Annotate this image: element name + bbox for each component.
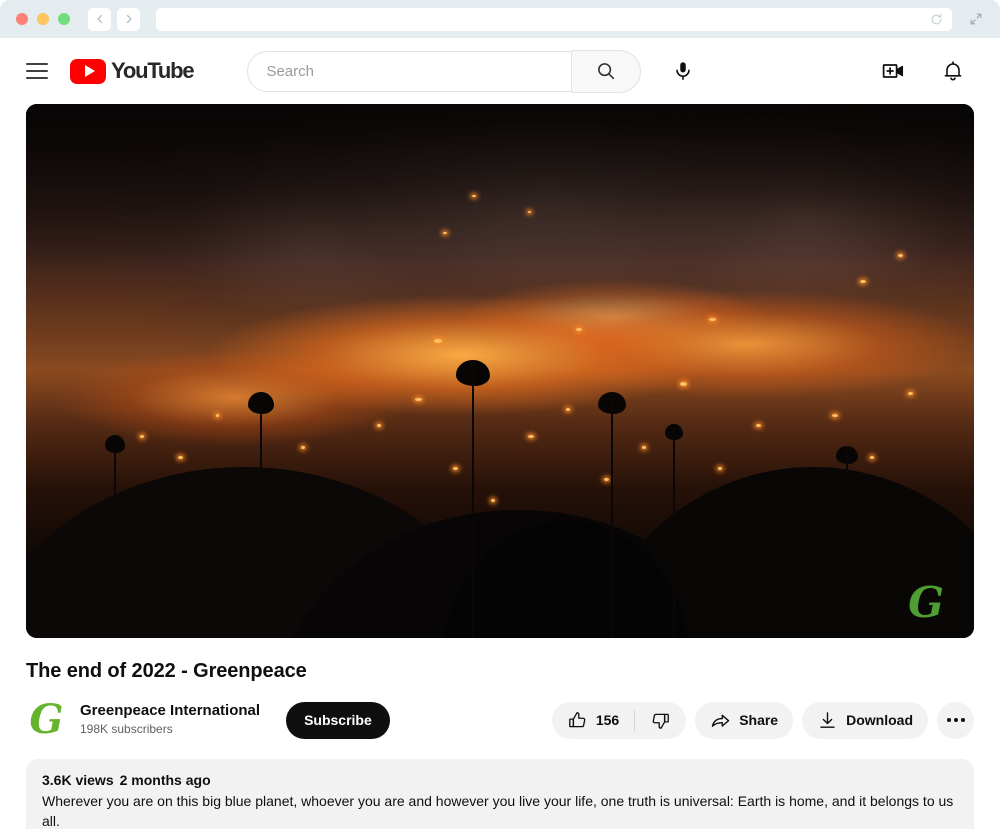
search-box[interactable]: [247, 50, 573, 92]
tree-silhouette: [595, 392, 629, 638]
more-actions-button[interactable]: [937, 701, 974, 739]
download-label: Download: [846, 712, 913, 728]
video-player[interactable]: G: [26, 104, 974, 638]
chevron-left-icon: [96, 14, 102, 24]
description-text: Wherever you are on this big blue planet…: [42, 793, 954, 829]
subscribe-button[interactable]: Subscribe: [286, 701, 390, 739]
fullscreen-expand-icon[interactable]: [966, 9, 986, 29]
publish-date: 2 months ago: [119, 772, 211, 788]
greenpeace-watermark: G: [908, 578, 944, 627]
tree-silhouette: [102, 435, 128, 638]
video-actions: 156 Share Download: [551, 701, 974, 739]
share-button[interactable]: Share: [695, 701, 794, 739]
video-description-panel[interactable]: 3.6K views 2 months ago Wherever you are …: [26, 759, 974, 829]
channel-text: Greenpeace International 198K subscriber…: [80, 702, 260, 737]
more-dots-icon: [946, 718, 965, 722]
guide-menu-icon[interactable]: [26, 58, 52, 84]
description-stats: 3.6K views 2 months ago: [42, 772, 958, 788]
chevron-right-icon: [126, 14, 132, 24]
microphone-icon: [676, 62, 691, 81]
like-dislike-group: 156: [551, 701, 687, 739]
browser-window: YouTube Search G The end of 2022 - Green…: [0, 0, 1000, 829]
page-viewport: YouTube Search G The end of 2022 - Green…: [0, 38, 1000, 829]
search-area: [247, 49, 703, 93]
reload-icon[interactable]: [930, 13, 943, 26]
notifications-button[interactable]: [938, 56, 968, 86]
thumbs-down-icon: [652, 713, 670, 729]
youtube-wordmark: YouTube: [111, 58, 195, 83]
youtube-play-icon: [70, 58, 106, 84]
thumbs-up-icon: [568, 711, 586, 727]
avatar-letter: G: [29, 699, 64, 741]
minimize-window-button[interactable]: [37, 13, 49, 25]
zoom-window-button[interactable]: [58, 13, 70, 25]
like-count: 156: [595, 712, 620, 728]
url-bar[interactable]: [156, 7, 952, 31]
window-controls: [16, 13, 70, 25]
video-frame-wildfire: G: [26, 104, 974, 638]
browser-nav-buttons: [88, 7, 140, 31]
youtube-masthead: YouTube: [0, 38, 1000, 104]
create-video-icon: [882, 64, 904, 78]
subscriber-count: 198K subscribers: [80, 722, 173, 737]
dislike-button[interactable]: [635, 702, 686, 739]
channel-avatar[interactable]: G: [26, 699, 67, 741]
bell-icon: [944, 61, 962, 81]
tree-silhouette: [244, 392, 278, 638]
view-count: 3.6K views: [42, 772, 114, 788]
tree-silhouette: [661, 424, 687, 638]
channel-name[interactable]: Greenpeace International: [80, 702, 260, 721]
back-button[interactable]: [88, 7, 111, 31]
search-button[interactable]: [572, 49, 642, 93]
video-meta-row: G Greenpeace International 198K subscrib…: [26, 697, 974, 743]
forward-button[interactable]: [117, 7, 140, 31]
video-title: The end of 2022 - Greenpeace: [26, 660, 307, 682]
tree-silhouette: [832, 445, 862, 638]
youtube-logo[interactable]: YouTube: [70, 58, 195, 84]
like-button[interactable]: 156: [552, 702, 634, 739]
browser-chrome-bar: [0, 0, 1000, 38]
masthead-actions: [878, 56, 978, 86]
share-icon: [711, 714, 730, 727]
search-icon: [598, 63, 615, 80]
close-window-button[interactable]: [16, 13, 28, 25]
search-input[interactable]: [266, 62, 572, 80]
download-icon: [820, 711, 835, 728]
create-video-button[interactable]: [878, 56, 908, 86]
tree-silhouette: [453, 360, 493, 638]
channel-block[interactable]: G Greenpeace International 198K subscrib…: [26, 699, 260, 741]
smoke-sky-layer: [26, 104, 974, 265]
download-button[interactable]: Download: [802, 701, 928, 739]
share-label: Share: [739, 712, 779, 728]
voice-search-button[interactable]: [663, 51, 703, 91]
